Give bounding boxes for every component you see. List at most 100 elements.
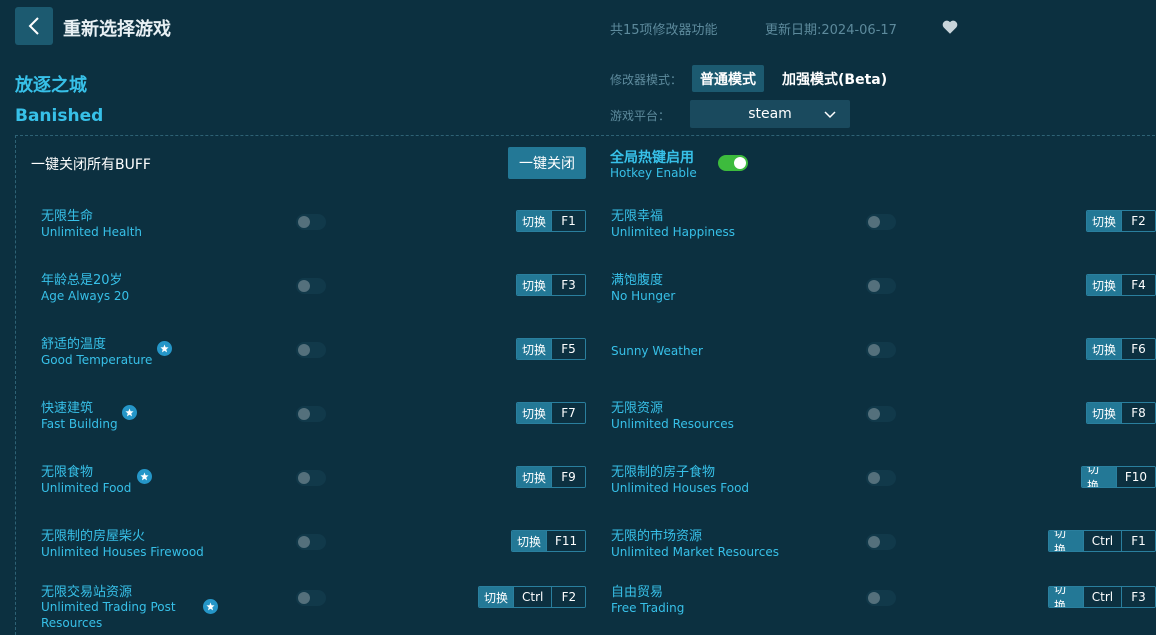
hotkey-key: F6 — [1121, 339, 1155, 359]
cheat-toggle[interactable] — [296, 590, 326, 606]
cheat-name-en: Unlimited Resources — [611, 417, 734, 431]
hotkey-button[interactable]: 切换 F1 — [516, 210, 587, 232]
switch-label: 切换 — [1087, 211, 1121, 231]
hotkey-button[interactable]: 切换 F8 — [1086, 402, 1156, 424]
hotkey-key: F1 — [1121, 531, 1155, 551]
mode-beta-button[interactable]: 加强模式(Beta) — [772, 65, 897, 92]
cheat-name-cn: 无限的市场资源 — [611, 529, 703, 544]
chevron-left-icon — [28, 17, 39, 35]
cheat-toggle[interactable] — [866, 406, 896, 422]
switch-label: 切换 — [1087, 275, 1121, 295]
hotkey-button[interactable]: 切换 F3 — [516, 274, 587, 296]
cheat-name-en: Sunny Weather — [611, 344, 703, 358]
hotkey-button[interactable]: 切换 Ctrl F2 — [478, 586, 587, 608]
cheat-toggle[interactable] — [866, 590, 896, 606]
cheat-name-cn: 无限交易站资源 — [41, 585, 133, 600]
cheat-toggle[interactable] — [296, 470, 326, 486]
hotkey-button[interactable]: 切换 Ctrl F1 — [1048, 530, 1156, 552]
cheat-name-en: Unlimited Happiness — [611, 225, 736, 239]
cheat-item: 满饱腹度 No Hunger — [611, 269, 861, 325]
cheat-item: 年龄总是20岁 Age Always 20 — [41, 269, 291, 325]
page-title[interactable]: 重新选择游戏 — [63, 15, 171, 41]
switch-label: 切换 — [1049, 587, 1083, 607]
hotkey-button[interactable]: 切换 F2 — [1086, 210, 1156, 232]
cheat-item: Sunny Weather — [611, 333, 861, 389]
hotkey-key: Ctrl — [1082, 587, 1121, 607]
game-name-cn: 放逐之城 — [15, 75, 87, 96]
hotkey-button[interactable]: 切换 F6 — [1086, 338, 1156, 360]
cheat-name-en: Unlimited Market Resources — [611, 545, 779, 559]
cheat-toggle[interactable] — [296, 214, 326, 230]
back-button[interactable] — [15, 7, 53, 45]
hotkey-label-en: Hotkey Enable — [610, 166, 697, 180]
star-icon — [157, 341, 172, 356]
cheat-toggle[interactable] — [866, 214, 896, 230]
hotkey-key: F3 — [1121, 587, 1155, 607]
hotkey-key: F5 — [551, 339, 586, 359]
cheat-name-en: Unlimited Trading Post Resources — [41, 600, 176, 630]
all-off-label: 一键关闭所有BUFF — [31, 157, 151, 173]
hotkey-key: F10 — [1115, 467, 1155, 487]
cheat-toggle[interactable] — [296, 342, 326, 358]
cheat-toggle[interactable] — [296, 278, 326, 294]
cheat-name-en: Good Temperature — [41, 353, 153, 367]
switch-label: 切换 — [517, 339, 552, 359]
cheat-name-cn: 无限制的房屋柴火 — [41, 529, 146, 544]
cheat-item: 无限的市场资源 Unlimited Market Resources — [611, 525, 861, 581]
cheat-name-en: Unlimited Houses Firewood — [41, 545, 204, 559]
cheat-item: 无限制的房子食物 Unlimited Houses Food — [611, 461, 861, 517]
cheat-name-en: Age Always 20 — [41, 289, 130, 303]
switch-label: 切换 — [1087, 403, 1121, 423]
cheat-name-en: Free Trading — [611, 601, 685, 615]
chevron-down-icon — [824, 111, 836, 119]
hotkey-label-cn: 全局热键启用 — [610, 150, 694, 166]
cheat-toggle[interactable] — [296, 406, 326, 422]
hotkey-button[interactable]: 切换 F4 — [1086, 274, 1156, 296]
hotkey-key: F11 — [546, 531, 586, 551]
mode-normal-button[interactable]: 普通模式 — [692, 65, 764, 92]
cheat-toggle[interactable] — [296, 534, 326, 550]
hotkey-button[interactable]: 切换 F5 — [516, 338, 587, 360]
cheat-toggle[interactable] — [866, 470, 896, 486]
cheat-item: 无限资源 Unlimited Resources — [611, 397, 861, 453]
hotkey-button[interactable]: 切换 F11 — [511, 530, 587, 552]
cheat-toggle[interactable] — [866, 278, 896, 294]
star-icon — [137, 469, 152, 484]
switch-label: 切换 — [1087, 339, 1121, 359]
cheat-item: 无限食物 Unlimited Food — [41, 461, 291, 517]
cheat-name-cn: 快速建筑 — [41, 401, 94, 416]
hotkey-key: F2 — [1121, 211, 1155, 231]
heart-icon[interactable] — [941, 18, 959, 36]
update-date: 更新日期:2024-06-17 — [765, 23, 897, 38]
cheat-name-cn: 满饱腹度 — [611, 273, 664, 288]
hotkey-button[interactable]: 切换 Ctrl F3 — [1048, 586, 1156, 608]
switch-label: 切换 — [479, 587, 514, 607]
game-name-en: Banished — [15, 106, 104, 126]
platform-select[interactable]: steam — [690, 100, 850, 128]
hotkey-button[interactable]: 切换 F9 — [516, 466, 587, 488]
all-off-button[interactable]: 一键关闭 — [508, 147, 586, 179]
cheat-name-cn: 无限生命 — [41, 209, 94, 224]
cheat-item: 无限制的房屋柴火 Unlimited Houses Firewood — [41, 525, 291, 581]
cheat-name-cn: 无限食物 — [41, 465, 94, 480]
cheat-toggle[interactable] — [866, 342, 896, 358]
cheat-item: 无限交易站资源 Unlimited Trading Post Resources — [41, 581, 291, 635]
platform-label: 游戏平台： — [610, 109, 671, 123]
hotkey-key: Ctrl — [513, 587, 552, 607]
hotkey-toggle[interactable] — [718, 155, 748, 171]
hotkey-button[interactable]: 切换 F7 — [516, 402, 587, 424]
cheat-item: 自由贸易 Free Trading — [611, 581, 861, 635]
cheat-name-en: Unlimited Food — [41, 481, 132, 495]
switch-label: 切换 — [517, 211, 552, 231]
switch-label: 切换 — [1082, 467, 1116, 487]
cheat-name-en: No Hunger — [611, 289, 676, 303]
hotkey-key: F4 — [1121, 275, 1155, 295]
cheat-toggle[interactable] — [866, 534, 896, 550]
cheat-name-cn: 无限制的房子食物 — [611, 465, 716, 480]
hotkey-button[interactable]: 切换 F10 — [1081, 466, 1156, 488]
cheat-item: 快速建筑 Fast Building — [41, 397, 291, 453]
switch-label: 切换 — [512, 531, 547, 551]
hotkey-key: F7 — [551, 403, 586, 423]
feature-count: 共15项修改器功能 — [610, 23, 718, 38]
star-icon — [122, 405, 137, 420]
